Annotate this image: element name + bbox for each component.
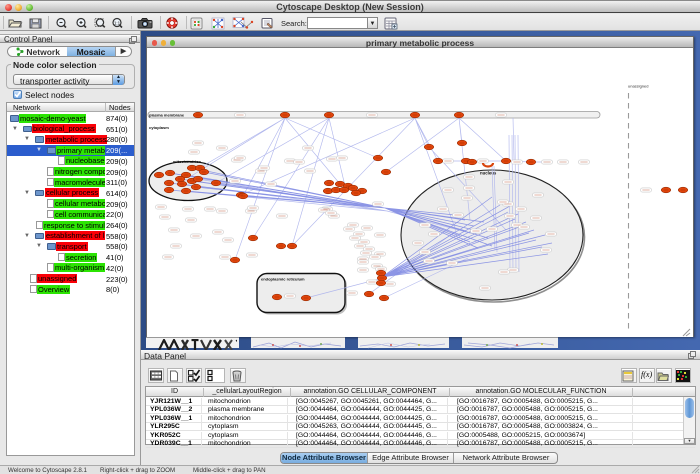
svg-text:mitochondrion: mitochondrion [173,159,202,164]
svg-text:endoplasmic reticulum: endoplasmic reticulum [261,277,305,282]
svg-text:1:1: 1:1 [114,20,121,25]
svg-text:plasma membrane: plasma membrane [149,113,185,118]
svg-text:cytoplasm: cytoplasm [149,125,169,130]
svg-text:unassigned: unassigned [628,84,648,89]
